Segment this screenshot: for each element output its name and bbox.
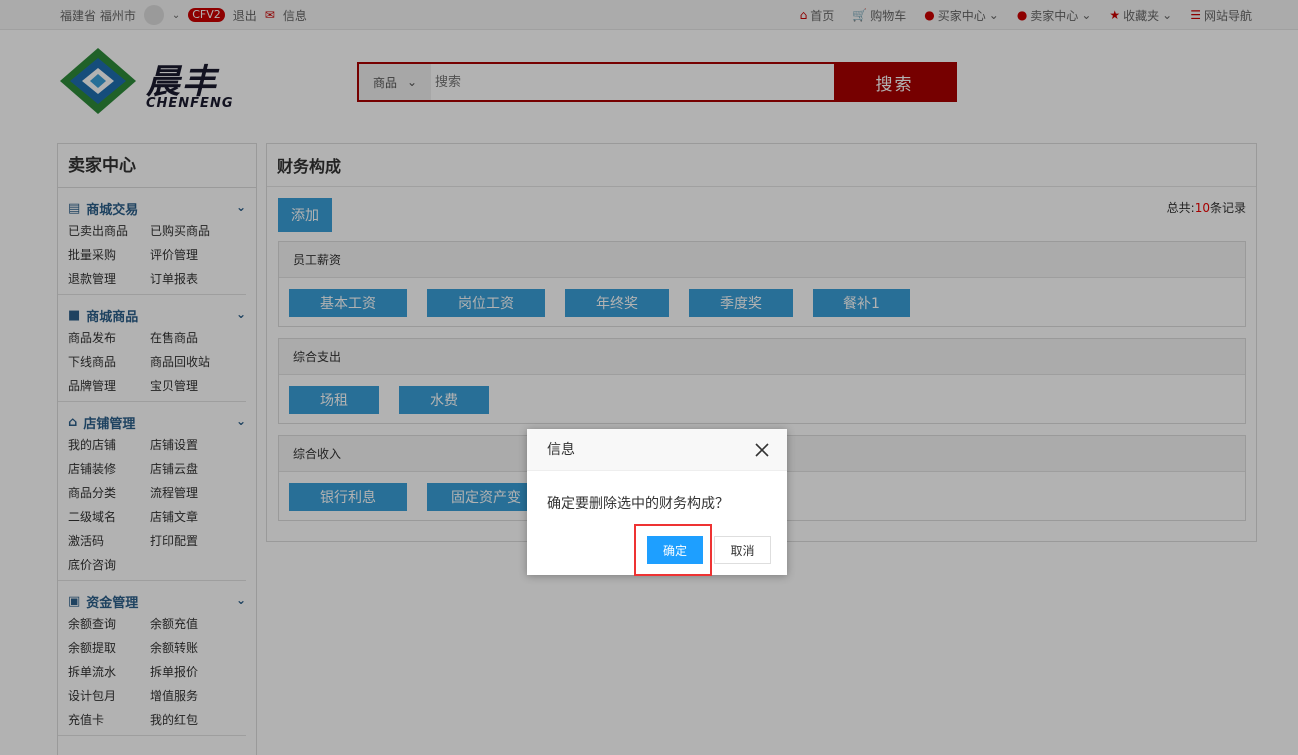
highlight-box bbox=[634, 524, 712, 576]
dialog-title: 信息 bbox=[547, 442, 575, 458]
dialog-header: 信息 bbox=[527, 429, 787, 471]
close-icon[interactable] bbox=[753, 441, 771, 459]
cancel-button[interactable]: 取消 bbox=[714, 536, 771, 564]
dialog-message: 确定要删除选中的财务构成？ bbox=[547, 496, 729, 512]
modal-overlay[interactable] bbox=[0, 0, 1298, 755]
